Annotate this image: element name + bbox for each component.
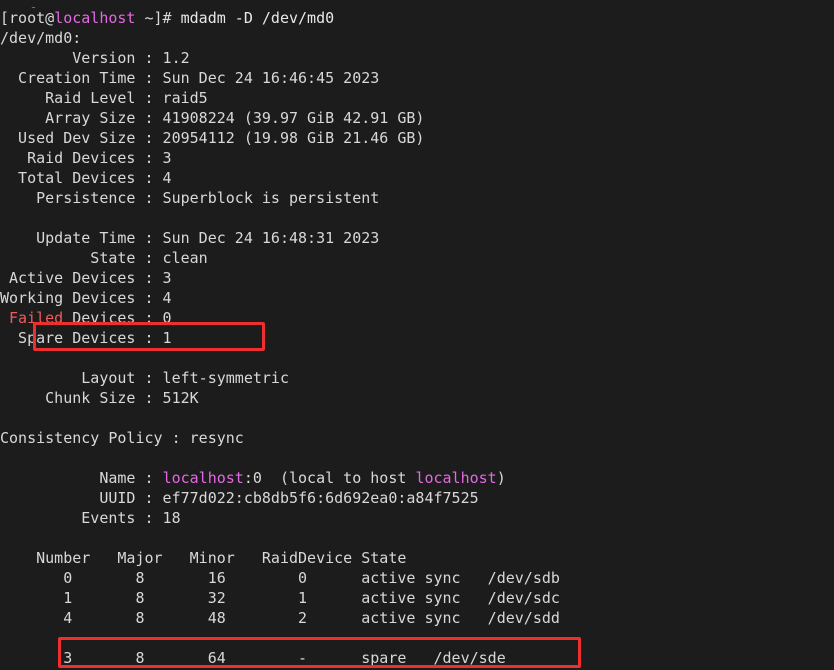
name-local-hostname: localhost <box>415 469 497 487</box>
prompt-user: root <box>9 9 46 27</box>
command-text: mdadm -D /dev/md0 <box>180 9 335 27</box>
prompt-hostname: localhost <box>54 9 136 27</box>
field-creation-time: Creation Time : Sun Dec 24 16:46:45 2023 <box>0 69 380 87</box>
field-uuid: UUID : ef77d022:cb8db5f6:6d692ea0:a84f75… <box>0 489 479 507</box>
table-row: 4 8 48 2 active sync /dev/sdd <box>0 609 560 627</box>
name-array-index: :0 (local to host <box>243 469 416 487</box>
field-array-size: Array Size : 41908224 (39.97 GiB 42.91 G… <box>0 109 425 127</box>
field-persistence: Persistence : Superblock is persistent <box>0 189 380 207</box>
device-header-line: /dev/md0: <box>0 29 82 47</box>
field-chunk-size: Chunk Size : 512K <box>0 389 199 407</box>
table-row: 0 8 16 0 active sync /dev/sdb <box>0 569 560 587</box>
table-row-spare: 3 8 64 - spare /dev/sde <box>0 649 506 667</box>
name-label: Name : <box>0 469 163 487</box>
field-consistency-policy: Consistency Policy : resync <box>0 429 244 447</box>
terminal-screen: tmpfs 1.9G 0 1.9G 0% /run/user/0 [root@l… <box>0 0 834 670</box>
device-table-header: Number Major Minor RaidDevice State <box>0 549 407 567</box>
field-spare-devices: Spare Devices : 1 <box>0 329 172 347</box>
terminal-window[interactable]: tmpfs 1.9G 0 1.9G 0% /run/user/0 [root@l… <box>0 0 834 670</box>
field-layout: Layout : left-symmetric <box>0 369 289 387</box>
field-failed-devices: Failed Devices : 0 <box>0 308 834 328</box>
field-raid-level: Raid Level : raid5 <box>0 89 208 107</box>
field-events: Events : 18 <box>0 509 181 527</box>
failed-devices-value: Devices : 0 <box>63 309 172 327</box>
field-used-dev-size: Used Dev Size : 20954112 (19.98 GiB 21.4… <box>0 129 425 147</box>
prompt-at-symbol: @ <box>45 9 55 27</box>
scrollback-clipped-line: tmpfs 1.9G 0 1.9G 0% /run/user/0 <box>0 0 834 8</box>
failed-devices-label: Failed <box>0 309 64 327</box>
name-close-paren: ) <box>496 469 506 487</box>
scrollback-clipped-text: tmpfs 1.9G 0 1.9G 0% /run/user/0 <box>0 4 834 8</box>
field-version: Version : 1.2 <box>0 49 190 67</box>
field-update-time: Update Time : Sun Dec 24 16:48:31 2023 <box>0 229 380 247</box>
prompt-open-bracket: [ <box>0 9 10 27</box>
field-total-devices: Total Devices : 4 <box>0 169 172 187</box>
prompt-path: ~]# <box>135 9 181 27</box>
prompt-line[interactable]: [root@localhost ~]# mdadm -D /dev/md0 <box>0 8 834 28</box>
table-row: 1 8 32 1 active sync /dev/sdc <box>0 589 560 607</box>
field-active-devices: Active Devices : 3 <box>0 269 172 287</box>
name-hostname: localhost <box>162 469 244 487</box>
field-state: State : clean <box>0 249 208 267</box>
field-working-devices: Working Devices : 4 <box>0 289 172 307</box>
field-name: Name : localhost:0 (local to host localh… <box>0 468 834 488</box>
field-raid-devices: Raid Devices : 3 <box>0 149 172 167</box>
